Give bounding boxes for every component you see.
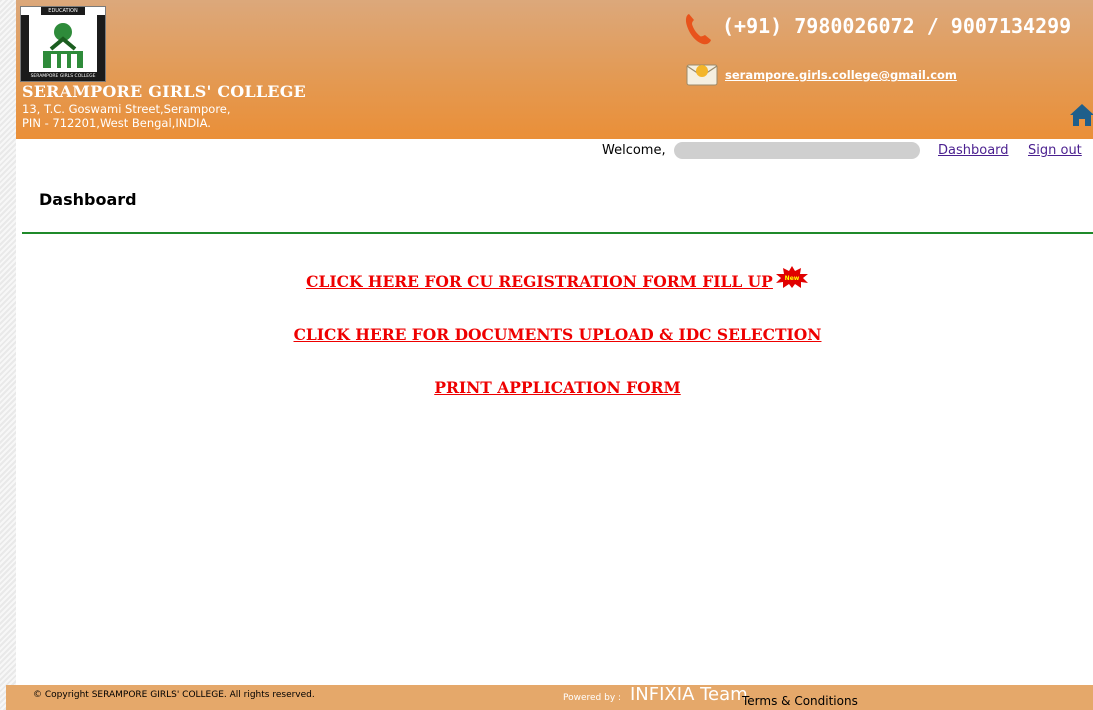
- mail-icon: [686, 64, 718, 86]
- copyright-text: © Copyright SERAMPORE GIRLS' COLLEGE. Al…: [33, 690, 315, 700]
- contact-email-link[interactable]: serampore.girls.college@gmail.com: [725, 68, 957, 82]
- home-icon[interactable]: [1069, 103, 1093, 127]
- cu-registration-row: CLICK HERE FOR CU REGISTRATION FORM FILL…: [22, 266, 1093, 294]
- phone-icon: [685, 14, 711, 45]
- site-header: EDUCATION SERAMPORE GIRLS COLLEGE SERAMP…: [16, 0, 1093, 139]
- documents-upload-link[interactable]: CLICK HERE FOR DOCUMENTS UPLOAD & IDC SE…: [294, 325, 822, 344]
- title-divider: [22, 232, 1093, 234]
- print-application-link[interactable]: PRINT APPLICATION FORM: [434, 378, 680, 397]
- signout-link[interactable]: Sign out: [1028, 143, 1082, 158]
- page-title: Dashboard: [39, 190, 137, 209]
- left-rail: [0, 0, 16, 710]
- infixia-team-link[interactable]: INFIXIA Team: [630, 684, 748, 705]
- site-footer: © Copyright SERAMPORE GIRLS' COLLEGE. Al…: [6, 684, 1093, 710]
- redacted-username: [674, 142, 920, 159]
- new-badge-icon: New: [775, 266, 808, 288]
- logo-bottom-text: SERAMPORE GIRLS COLLEGE: [21, 72, 105, 81]
- documents-upload-row: CLICK HERE FOR DOCUMENTS UPLOAD & IDC SE…: [22, 325, 1093, 344]
- college-name: SERAMPORE GIRLS' COLLEGE: [22, 82, 306, 101]
- dashboard-link[interactable]: Dashboard: [938, 143, 1009, 158]
- new-badge-text: New: [785, 275, 800, 282]
- cu-registration-link[interactable]: CLICK HERE FOR CU REGISTRATION FORM FILL…: [306, 272, 773, 291]
- address-line-1: 13, T.C. Goswami Street,Serampore,: [22, 102, 231, 116]
- terms-link[interactable]: Terms & Conditions: [742, 694, 858, 708]
- logo-emblem-icon: [43, 23, 83, 68]
- print-application-row: PRINT APPLICATION FORM: [22, 378, 1093, 397]
- welcome-text: Welcome,: [602, 143, 666, 158]
- college-logo[interactable]: EDUCATION SERAMPORE GIRLS COLLEGE: [20, 6, 106, 82]
- powered-by-label: Powered by :: [563, 693, 622, 703]
- address-line-2: PIN - 712201,West Bengal,INDIA.: [22, 116, 211, 130]
- contact-phone: (+91) 7980026072 / 9007134299: [722, 14, 1072, 38]
